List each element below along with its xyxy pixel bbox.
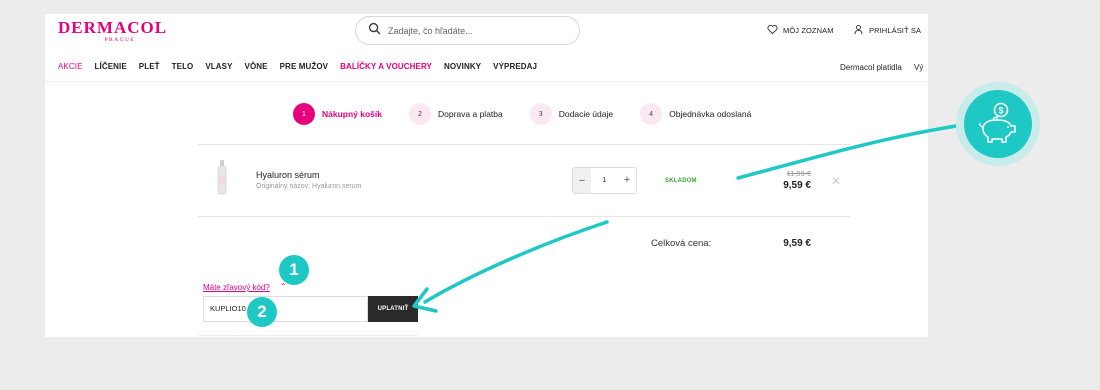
- discount-code-input[interactable]: KUPLIO10: [203, 296, 368, 322]
- nav-item-akcie[interactable]: AKCIE: [58, 62, 83, 71]
- nav-item-licenie[interactable]: LÍČENIE: [95, 62, 127, 71]
- user-icon: [853, 24, 869, 37]
- nav-item-pre-muzov[interactable]: PRE MUŽOV: [280, 62, 328, 71]
- main-nav: AKCIE LÍČENIE PLEŤ TELO VLASY VÔNE PRE M…: [58, 62, 549, 71]
- total-label: Celková cena:: [651, 238, 712, 249]
- step-delivery-details[interactable]: 3 Dodacie údaje: [529, 103, 614, 125]
- logo-subtext: PRAGUE: [104, 37, 136, 43]
- stock-status: SKLADOM: [665, 178, 697, 184]
- remove-item-icon[interactable]: ✕: [831, 174, 841, 188]
- search-placeholder: Zadajte, čo hľadáte...: [388, 25, 473, 36]
- step-number: 4: [640, 103, 663, 125]
- product-name[interactable]: Hyaluron sérum: [256, 170, 320, 180]
- discount-code-toggle[interactable]: Máte zľavový kód?: [203, 283, 270, 292]
- divider: [198, 216, 850, 217]
- login-label: PRIHLÁSIŤ SA: [869, 26, 922, 35]
- login-link[interactable]: PRIHLÁSIŤ SA: [853, 24, 921, 37]
- product-thumbnail[interactable]: [216, 160, 228, 196]
- quantity-decrease-button[interactable]: −: [573, 168, 591, 193]
- dermacol-logo[interactable]: DERMACOL PRAGUE: [58, 18, 188, 44]
- heart-icon: [767, 24, 783, 37]
- nav-item-novinky[interactable]: NOVINKY: [444, 62, 481, 71]
- step-number: 3: [529, 103, 552, 125]
- apply-discount-button[interactable]: UPLATNIŤ: [368, 296, 418, 322]
- step-number: 2: [409, 103, 431, 125]
- search-icon: [368, 22, 381, 40]
- product-original-name: Originálny názov: Hyaluron serum: [256, 183, 362, 190]
- nav-item-vlasy[interactable]: VLASY: [205, 62, 232, 71]
- step-label: Dodacie údaje: [558, 109, 614, 119]
- nav-secondary: Dermacol platidla Vý: [840, 63, 923, 72]
- step-badge-2: 2: [247, 297, 277, 327]
- checkout-steps: 1 Nákupný košík 2 Doprava a platba 3 Dod…: [293, 103, 778, 125]
- search-input[interactable]: Zadajte, čo hľadáte...: [355, 16, 580, 45]
- piggy-bank-badge: $: [956, 82, 1040, 166]
- divider: [198, 144, 850, 145]
- step-label: Objednávka odoslaná: [669, 109, 752, 119]
- step-shipping[interactable]: 2 Doprava a platba: [409, 103, 503, 125]
- step-badge-1: 1: [279, 255, 309, 285]
- nav-item-platidla[interactable]: Dermacol platidla: [840, 63, 902, 72]
- logo-text: DERMACOL: [58, 18, 168, 37]
- checkout-page: DERMACOL PRAGUE Zadajte, čo hľadáte... M…: [45, 14, 928, 337]
- step-label: Nákupný košík: [322, 109, 382, 119]
- nav-item-vypredaj[interactable]: VÝPREDAJ: [493, 62, 537, 71]
- step-cart[interactable]: 1 Nákupný košík: [293, 103, 382, 125]
- chevron-up-icon[interactable]: ⌃: [280, 282, 287, 291]
- step-order-sent[interactable]: 4 Objednávka odoslaná: [640, 103, 751, 125]
- wishlist-label: MÔJ ZOZNAM: [783, 26, 834, 35]
- piggy-bank-icon: $: [964, 90, 1032, 158]
- nav-item-plet[interactable]: PLEŤ: [139, 62, 160, 71]
- svg-text:$: $: [998, 106, 1003, 116]
- quantity-value[interactable]: 1: [603, 177, 607, 184]
- quantity-increase-button[interactable]: +: [618, 167, 636, 194]
- nav-item-balicky[interactable]: BALÍČKY A VOUCHERY: [340, 62, 432, 71]
- item-price: 9,59 €: [783, 180, 811, 191]
- step-number: 1: [293, 103, 315, 125]
- divider: [198, 335, 418, 336]
- nav-item-vone[interactable]: VÔNE: [245, 62, 268, 71]
- nav-item-cut[interactable]: Vý: [914, 63, 923, 72]
- wishlist-link[interactable]: MÔJ ZOZNAM: [767, 24, 834, 37]
- nav-item-telo[interactable]: TELO: [172, 62, 194, 71]
- quantity-stepper: − 1 +: [572, 167, 637, 194]
- step-label: Doprava a platba: [438, 109, 503, 119]
- nav-divider: [45, 81, 928, 82]
- old-price: 11,99 €: [786, 169, 811, 178]
- total-value: 9,59 €: [783, 238, 811, 249]
